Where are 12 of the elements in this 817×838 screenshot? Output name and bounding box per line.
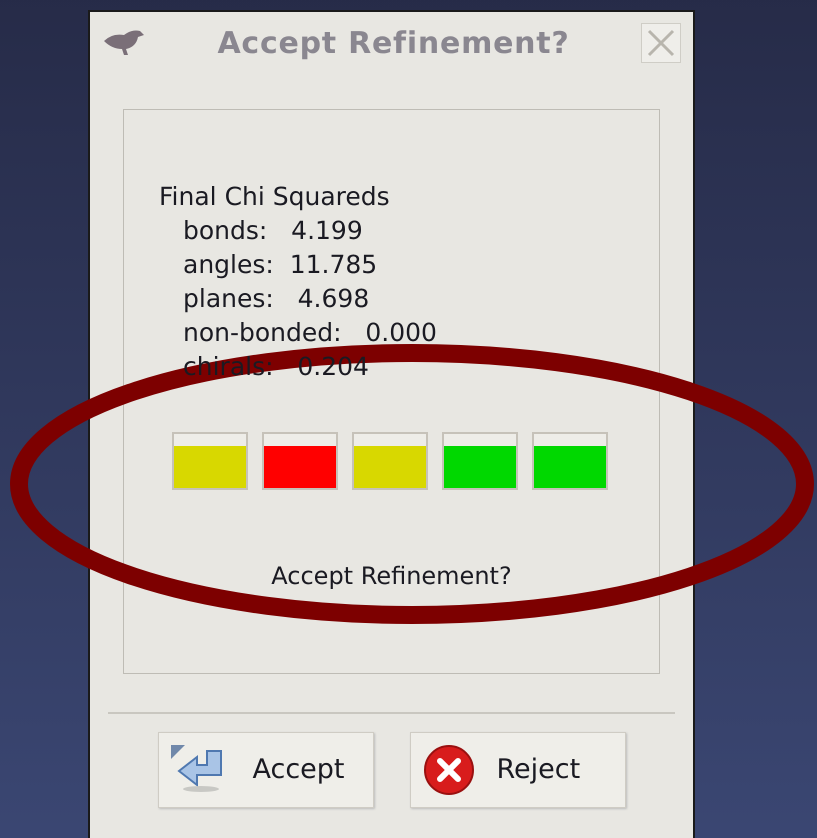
reject-button[interactable]: Reject: [410, 732, 626, 808]
heading-text: Final Chi Squareds: [159, 181, 391, 213]
window-title: Accept Refinement?: [216, 24, 571, 62]
close-icon: [422, 744, 474, 796]
stat-line: bonds: 4.199: [182, 215, 363, 247]
close-icon: [646, 28, 676, 58]
question-text: Accept Refinement?: [270, 561, 513, 592]
stat-line: angles: 11.785: [182, 249, 378, 281]
stat-line: planes: 4.698: [182, 283, 370, 315]
accept-button[interactable]: Accept: [158, 732, 374, 808]
close-button[interactable]: [641, 23, 681, 63]
stat-line: non-bonded: 0.000: [182, 317, 437, 349]
